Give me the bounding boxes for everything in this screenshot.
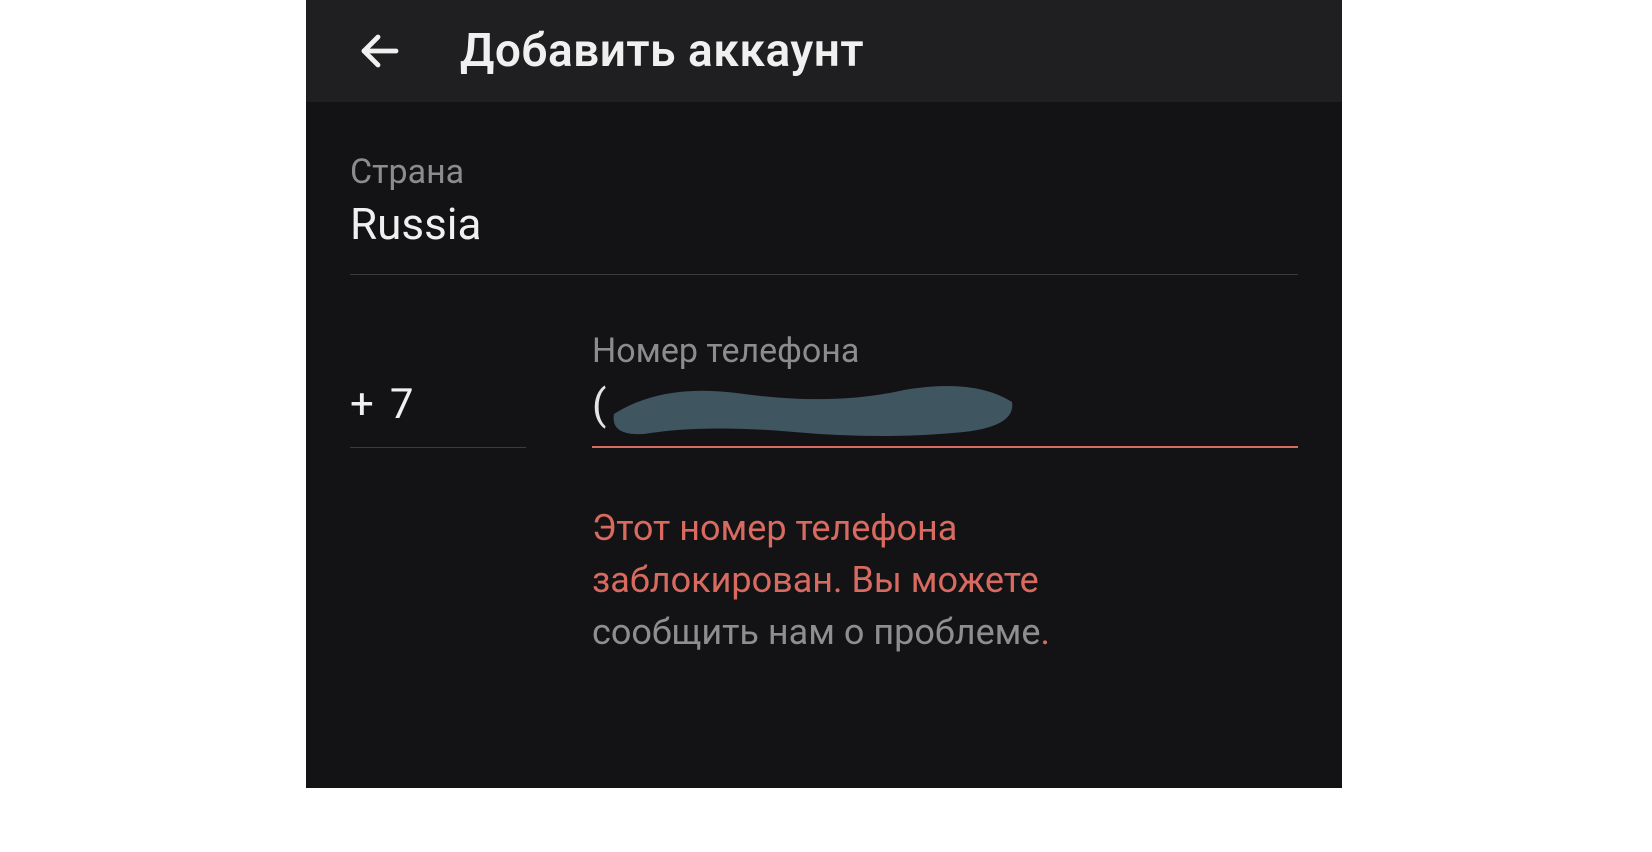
country-code-input[interactable] xyxy=(390,380,490,429)
back-button[interactable] xyxy=(350,21,410,81)
form-area: Страна Russia + Номер телефона ( Это xyxy=(306,102,1342,659)
country-select[interactable]: Страна Russia xyxy=(350,152,1298,275)
plus-sign: + xyxy=(350,380,374,429)
report-problem-link[interactable]: сообщить нам о проблеме xyxy=(592,611,1040,653)
country-label: Страна xyxy=(350,152,1298,192)
app-bar: Добавить аккаунт xyxy=(306,0,1342,102)
country-code-field[interactable]: + xyxy=(350,380,526,448)
error-text-line2b: Вы можете xyxy=(851,559,1038,601)
phone-number-field: Номер телефона ( xyxy=(592,331,1298,448)
phone-number-input[interactable] xyxy=(610,381,1298,430)
error-message: Этот номер телефона заблокирован. Вы мож… xyxy=(592,502,1298,659)
error-dot: . xyxy=(1040,611,1050,653)
error-text-line1: Этот номер телефона xyxy=(592,507,957,549)
phone-row: + Номер телефона ( xyxy=(350,331,1298,448)
error-text-line2a: заблокирован. xyxy=(592,559,851,601)
phone-number-label: Номер телефона xyxy=(592,331,1298,371)
phone-number-input-wrap: ( xyxy=(592,381,1298,448)
open-paren: ( xyxy=(592,381,606,430)
country-value: Russia xyxy=(350,198,1298,250)
arrow-left-icon xyxy=(356,27,404,75)
add-account-screen: Добавить аккаунт Страна Russia + Номер т… xyxy=(306,0,1342,788)
appbar-title: Добавить аккаунт xyxy=(460,24,864,78)
